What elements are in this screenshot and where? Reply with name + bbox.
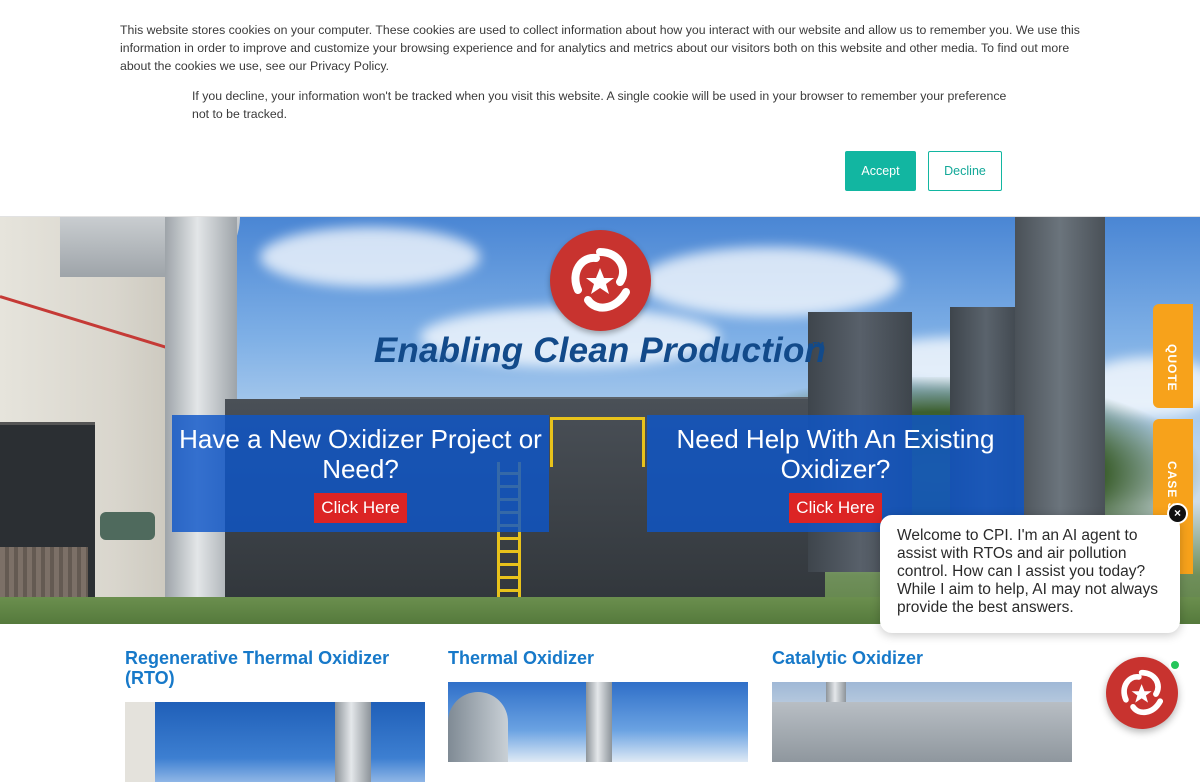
product-image[interactable] bbox=[772, 682, 1072, 762]
cpi-logo-icon bbox=[1121, 669, 1164, 716]
stack-graphic bbox=[335, 702, 371, 782]
cookie-message: This website stores cookies on your comp… bbox=[120, 23, 1080, 73]
stack-graphic bbox=[586, 682, 612, 762]
new-project-cta: Have a New Oxidizer Project or Need? Cli… bbox=[172, 415, 549, 532]
new-project-click-here-button[interactable]: Click Here bbox=[314, 493, 407, 523]
existing-oxidizer-click-here-button[interactable]: Click Here bbox=[789, 493, 882, 523]
product-image[interactable] bbox=[448, 682, 748, 762]
online-status-indicator bbox=[1169, 659, 1181, 671]
product-card-catalytic[interactable]: Catalytic Oxidizer bbox=[772, 648, 1074, 762]
product-image[interactable] bbox=[125, 702, 425, 782]
cloud bbox=[640, 247, 900, 317]
hero-tagline: Enabling Clean Production bbox=[373, 331, 827, 370]
product-title[interactable]: Regenerative Thermal Oxidizer (RTO) bbox=[125, 648, 427, 688]
existing-oxidizer-title: Need Help With An Existing Oxidizer? bbox=[676, 424, 995, 484]
chat-welcome-bubble[interactable]: Welcome to CPI. I'm an AI agent to assis… bbox=[880, 515, 1180, 633]
tank-graphic bbox=[448, 692, 508, 762]
blower-fan bbox=[100, 512, 155, 540]
decline-cookies-button[interactable]: Decline bbox=[928, 151, 1002, 191]
product-card-thermal[interactable]: Thermal Oxidizer bbox=[448, 648, 750, 762]
equipment-graphic bbox=[772, 702, 1072, 762]
chat-message: Welcome to CPI. I'm an AI agent to assis… bbox=[897, 527, 1159, 616]
cloud bbox=[260, 227, 480, 287]
building-graphic bbox=[125, 702, 155, 782]
trademark-symbol: ™ bbox=[812, 339, 825, 354]
new-project-title: Have a New Oxidizer Project or Need? bbox=[179, 424, 542, 484]
accept-cookies-button[interactable]: Accept bbox=[845, 151, 916, 191]
cookie-decline-note: If you decline, your information won't b… bbox=[192, 89, 1007, 121]
cpi-logo-icon[interactable] bbox=[550, 230, 651, 331]
cookie-banner: This website stores cookies on your comp… bbox=[0, 0, 1200, 217]
product-title[interactable]: Thermal Oxidizer bbox=[448, 648, 750, 668]
quote-tab[interactable]: QUOTE bbox=[1153, 304, 1193, 408]
quote-tab-label: QUOTE bbox=[1165, 344, 1179, 392]
chat-launcher-button[interactable] bbox=[1106, 657, 1178, 729]
close-icon[interactable]: × bbox=[1167, 503, 1188, 524]
product-title[interactable]: Catalytic Oxidizer bbox=[772, 648, 1074, 668]
product-card-rto[interactable]: Regenerative Thermal Oxidizer (RTO) bbox=[125, 648, 427, 782]
safety-railing bbox=[550, 417, 645, 467]
